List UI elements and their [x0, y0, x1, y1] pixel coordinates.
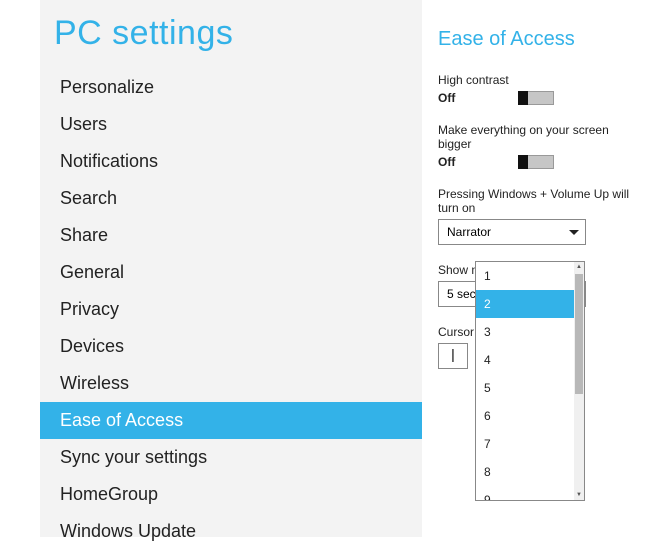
dropdown-option[interactable]: 3 [476, 318, 574, 346]
dropdown-option[interactable]: 6 [476, 402, 574, 430]
sidebar-item-privacy[interactable]: Privacy [40, 291, 422, 328]
cursor-thickness-dropdown[interactable]: 123456789 ▲ ▼ [475, 261, 585, 501]
winvol-label: Pressing Windows + Volume Up will turn o… [438, 187, 645, 215]
sidebar-item-search[interactable]: Search [40, 180, 422, 217]
sidebar-item-ease-of-access[interactable]: Ease of Access [40, 402, 422, 439]
high-contrast-label: High contrast [438, 73, 645, 87]
sidebar-item-windows-update[interactable]: Windows Update [40, 513, 422, 550]
scroll-down-icon[interactable]: ▼ [574, 490, 584, 500]
scrollbar-thumb[interactable] [575, 274, 583, 394]
high-contrast-toggle[interactable] [518, 91, 554, 105]
magnifier-toggle[interactable] [518, 155, 554, 169]
magnifier-setting: Make everything on your screen bigger Of… [438, 123, 645, 169]
sidebar-item-personalize[interactable]: Personalize [40, 69, 422, 106]
sidebar-item-sync-your-settings[interactable]: Sync your settings [40, 439, 422, 476]
sidebar-item-wireless[interactable]: Wireless [40, 365, 422, 402]
dropdown-option[interactable]: 1 [476, 262, 574, 290]
sidebar-item-share[interactable]: Share [40, 217, 422, 254]
high-contrast-state: Off [438, 91, 518, 105]
winvol-setting: Pressing Windows + Volume Up will turn o… [438, 187, 645, 245]
dropdown-option[interactable]: 4 [476, 346, 574, 374]
winvol-select[interactable]: Narrator [438, 219, 586, 245]
cursor-preview: | [438, 343, 468, 369]
high-contrast-setting: High contrast Off [438, 73, 645, 105]
sidebar-item-notifications[interactable]: Notifications [40, 143, 422, 180]
dropdown-option[interactable]: 5 [476, 374, 574, 402]
dropdown-option[interactable]: 8 [476, 458, 574, 486]
dropdown-option[interactable]: 2 [476, 290, 574, 318]
dropdown-option[interactable]: 9 [476, 486, 574, 500]
sidebar-item-users[interactable]: Users [40, 106, 422, 143]
sidebar-item-devices[interactable]: Devices [40, 328, 422, 365]
chevron-down-icon [569, 230, 579, 235]
scrollbar[interactable]: ▲ ▼ [574, 262, 584, 500]
toggle-knob [518, 91, 528, 105]
toggle-knob [518, 155, 528, 169]
sidebar-item-homegroup[interactable]: HomeGroup [40, 476, 422, 513]
sidebar: PC settings PersonalizeUsersNotification… [40, 0, 422, 537]
magnifier-label: Make everything on your screen bigger [438, 123, 645, 151]
magnifier-state: Off [438, 155, 518, 169]
main-title: Ease of Access [438, 28, 645, 51]
dropdown-option[interactable]: 7 [476, 430, 574, 458]
scroll-up-icon[interactable]: ▲ [574, 262, 584, 272]
sidebar-item-general[interactable]: General [40, 254, 422, 291]
winvol-value: Narrator [447, 225, 491, 239]
sidebar-title: PC settings [40, 14, 422, 69]
